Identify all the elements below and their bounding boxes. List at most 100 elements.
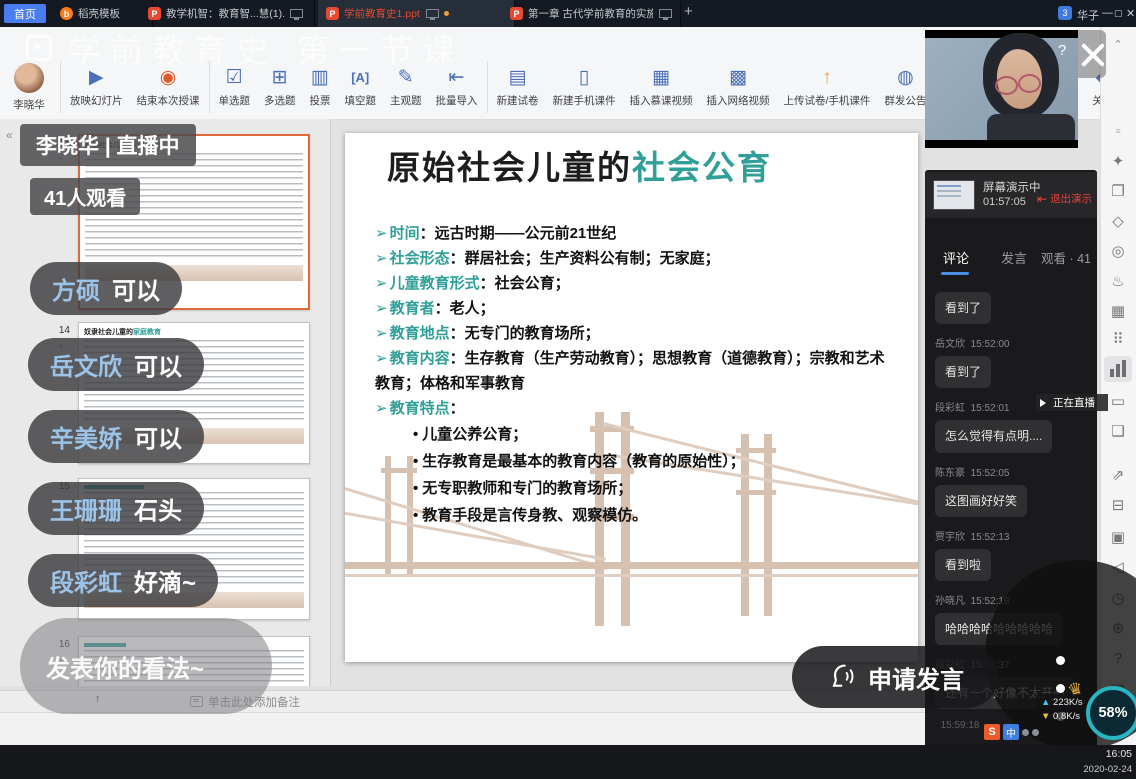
insert-web-video-button[interactable]: ▩插入网络视频 <box>700 55 777 119</box>
slide-bullet: ➢教育地点：无专门的教育场所； <box>375 321 896 346</box>
message-badge[interactable]: 3 <box>1058 6 1072 20</box>
request-to-speak-button[interactable]: 申请发言 <box>792 646 998 708</box>
batch-import-button[interactable]: ⇤批量导入 <box>429 55 485 119</box>
upload-exam-button[interactable]: ↑上传试卷/手机课件 <box>777 55 878 119</box>
slide-bullet: ➢教育内容：生存教育（生产劳动教育）；思想教育（道德教育）；宗教和艺术教育；体格… <box>375 346 896 396</box>
collapse-panel-icon[interactable]: « <box>6 128 13 142</box>
thumb-number: 14 <box>44 325 70 336</box>
ime-dot-icon <box>1032 729 1039 736</box>
tab-pdf-1[interactable]: P 教学机智：教育智...慧(1).pdf <box>140 0 315 27</box>
danmaku-comment: 段彩虹好滴~ <box>28 554 218 607</box>
live-streaming-tip: 正在直播 <box>1036 394 1108 411</box>
tab-home[interactable]: 首页 <box>4 4 46 23</box>
tab-pdf-2[interactable]: P 第一章 古代学前教育的实施.pdf <box>502 0 681 27</box>
pdf-icon: P <box>148 7 161 20</box>
comment-input-prompt[interactable]: 发表你的看法~ <box>20 618 272 714</box>
pages-tool-icon[interactable]: ❐ <box>1106 182 1130 200</box>
divider <box>487 61 488 113</box>
window-user: 华子 <box>1077 7 1099 23</box>
tab-comments[interactable]: 评论 <box>943 248 969 267</box>
share-thumbnail <box>933 180 975 210</box>
effects-tool-icon[interactable]: ♨ <box>1106 272 1130 290</box>
sogou-icon[interactable]: S <box>984 724 1000 740</box>
danmaku-comment: 王珊珊石头 <box>28 482 204 535</box>
acceleration-ball[interactable]: 58% <box>1086 686 1136 740</box>
slide-sub-bullet: •生存教育是最基本的教育内容（教育的原始性）； <box>413 448 896 475</box>
slide-bullet: ➢教育特点： <box>375 396 896 421</box>
unsaved-dot <box>444 11 449 16</box>
language-icon[interactable]: 中 <box>1003 724 1019 740</box>
vote-button[interactable]: ▥投票 <box>303 55 338 119</box>
end-lecture-button[interactable]: ◉结束本次授课 <box>130 55 207 119</box>
clock-date: 2020-02-24 <box>1080 762 1132 777</box>
speaking-head-icon <box>826 661 858 693</box>
play-slideshow-button[interactable]: ▶放映幻灯片 <box>63 55 130 119</box>
glasses-icon <box>995 76 1018 95</box>
minus-tool-icon[interactable]: ⊟ <box>1106 496 1130 514</box>
share-status: 屏幕演示中 <box>983 179 1041 195</box>
overlay-dot[interactable] <box>1056 656 1065 665</box>
slide-bullet: ➢教育者：老人； <box>375 296 896 321</box>
help-overlay-icon[interactable]: ? <box>1058 42 1066 59</box>
slide-title: 原始社会儿童的社会公育 <box>387 141 772 189</box>
monitor-icon <box>659 9 672 18</box>
input-method-bar[interactable]: S 中 <box>984 724 1039 741</box>
tab-viewers[interactable]: 观看 · 41 <box>1041 248 1091 267</box>
docer-icon: b <box>60 7 73 20</box>
window-tab-bar: 首页 b 稻壳模板 P 教学机智：教育智...慧(1).pdf P 学前教育史1… <box>0 0 1136 27</box>
close-video-icon[interactable] <box>1076 38 1110 72</box>
minimize-icon[interactable]: — <box>1102 7 1113 19</box>
exit-icon <box>1037 192 1047 206</box>
clock-time: 16:05 <box>1080 747 1132 762</box>
divider <box>60 61 61 113</box>
taskbar-clock[interactable]: 16:05 2020-02-24 <box>1080 747 1132 777</box>
tab-speak[interactable]: 发言 <box>1001 248 1027 267</box>
chat-message: 看到了 <box>935 286 1089 324</box>
restore-icon[interactable]: ▢ <box>1114 8 1123 19</box>
person-body <box>987 114 1075 140</box>
new-exam-button[interactable]: ▤新建试卷 <box>490 55 546 119</box>
danmaku-comment: 方硕可以 <box>30 262 182 315</box>
chart-tool-icon[interactable] <box>1104 356 1132 382</box>
slide-sub-bullets: •儿童公养公育； •生存教育是最基本的教育内容（教育的原始性）； •无专职教师和… <box>413 421 896 529</box>
ime-dot-icon <box>1022 729 1029 736</box>
tab-ppt-active[interactable]: P 学前教育史1.ppt <box>318 0 515 27</box>
current-slide[interactable]: 原始社会儿童的社会公育 ➢时间：远古时期——公元前21世纪 ➢社会形态：群居社会… <box>345 133 918 662</box>
new-mobile-courseware-button[interactable]: ▯新建手机课件 <box>546 55 623 119</box>
components-tool-icon[interactable]: ⠿ <box>1106 330 1130 348</box>
exit-presentation-button[interactable]: 退出演示 <box>1037 191 1092 206</box>
slide-sub-bullet: •教育手段是言传身教、观察模仿。 <box>413 502 896 529</box>
tab-docer[interactable]: b 稻壳模板 <box>52 0 153 27</box>
insert-mooc-video-button[interactable]: ▦插入慕课视频 <box>623 55 700 119</box>
seal-tool-icon[interactable]: ✦ <box>1106 152 1130 170</box>
subjective-question-button[interactable]: ✎主观题 <box>383 55 429 119</box>
fill-blank-button[interactable]: [A]填空题 <box>338 55 384 119</box>
overlay-dot[interactable] <box>1056 684 1065 693</box>
copy-tool-icon[interactable]: ❏ <box>1106 422 1130 440</box>
glasses-icon <box>1018 74 1041 93</box>
windows-taskbar <box>0 745 1136 779</box>
new-tab-button[interactable]: + <box>684 3 693 20</box>
ribbon-user[interactable]: 李晓华 <box>0 55 58 119</box>
slide-bullet: ➢时间：远古时期——公元前21世纪 <box>375 221 896 246</box>
multi-choice-button[interactable]: ⊞多选题 <box>257 55 303 119</box>
download-arrow-icon <box>1041 711 1050 722</box>
danmaku-comment: 岳文欣可以 <box>28 338 204 391</box>
shapes-tool-icon[interactable]: ◇ <box>1106 212 1130 230</box>
monitor-icon <box>290 9 303 18</box>
chat-message: 陈东豪 15:52:05 这图画好好笑 <box>935 464 1089 517</box>
ppt-icon: P <box>326 7 339 20</box>
slide-body: ➢时间：远古时期——公元前21世纪 ➢社会形态：群居社会；生产资料公有制；无家庭… <box>375 221 896 529</box>
monitor-icon <box>426 9 439 18</box>
emoji-tool-icon[interactable]: ◎ <box>1106 242 1130 260</box>
slide-bullet: ➢儿童教育形式：社会公育； <box>375 271 896 296</box>
table-tool-icon[interactable]: ▦ <box>1106 302 1130 320</box>
webcam-video[interactable] <box>925 30 1078 148</box>
close-window-icon[interactable]: ✕ <box>1126 7 1135 20</box>
image-tool-icon[interactable]: ▣ <box>1106 528 1130 546</box>
share-tool-icon[interactable]: ⇗ <box>1106 466 1130 484</box>
share-timer: 01:57:05 <box>983 196 1026 208</box>
single-choice-button[interactable]: ☑单选题 <box>212 55 258 119</box>
upload-arrow-icon <box>1041 697 1050 708</box>
media-tool-icon[interactable]: ▭ <box>1106 392 1130 410</box>
